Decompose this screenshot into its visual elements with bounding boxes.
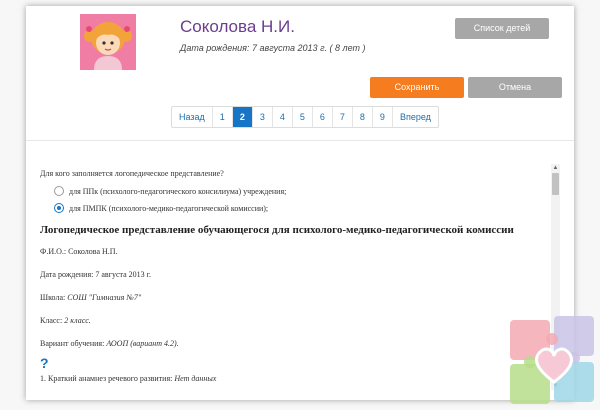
main-card: Соколова Н.И. Дата рождения: 7 августа 2…: [26, 6, 574, 400]
puzzle-heart-logo: [510, 316, 594, 404]
pagination-prev[interactable]: Назад: [172, 107, 213, 127]
school-value: СОШ "Гимназия №7": [67, 293, 142, 302]
variant-value: АООП (вариант 4.2).: [106, 339, 179, 348]
class-field: Класс: 2 класс.: [40, 316, 91, 325]
scroll-up-arrow-icon[interactable]: ▲: [551, 164, 560, 172]
radio-pmpk[interactable]: [54, 203, 64, 213]
radio-ppk[interactable]: [54, 186, 64, 196]
school-field: Школа: СОШ "Гимназия №7": [40, 293, 141, 302]
anamnesis-label: 1. Краткий анамнез речевого развития:: [40, 374, 173, 383]
save-button[interactable]: Сохранить: [370, 77, 464, 98]
pagination-page[interactable]: 4: [273, 107, 293, 127]
pagination-page[interactable]: 7: [333, 107, 353, 127]
anamnesis-field: 1. Краткий анамнез речевого развития: Не…: [40, 374, 216, 383]
question-label: Для кого заполняется логопедическое пред…: [40, 169, 224, 178]
pagination-page[interactable]: 9: [373, 107, 393, 127]
pagination-page[interactable]: 1: [213, 107, 233, 127]
option-ppk-label: для ППк (психолого-педагогического конси…: [69, 186, 287, 196]
help-icon[interactable]: ?: [40, 355, 49, 371]
pagination-page[interactable]: 8: [353, 107, 373, 127]
pagination-page[interactable]: 6: [313, 107, 333, 127]
option-pmpk-label: для ПМПК (психолого-медико-педагогическо…: [69, 203, 269, 213]
child-name: Соколова Н.И.: [180, 17, 295, 36]
pagination-page-current[interactable]: 2: [232, 107, 253, 127]
document-title: Логопедическое представление обучающегос…: [40, 224, 514, 236]
birth-date-field: Дата рождения: 7 августа 2013 г.: [40, 270, 152, 279]
variant-label: Вариант обучения:: [40, 339, 105, 348]
option-pmpk[interactable]: для ПМПК (психолого-медико-педагогическо…: [54, 203, 268, 213]
header-divider: [26, 140, 574, 141]
school-label: Школа:: [40, 293, 66, 302]
birth-date: Дата рождения: 7 августа 2013 г. ( 8 лет…: [180, 43, 366, 53]
fio-field: Ф.И.О.: Соколова Н.П.: [40, 247, 118, 256]
pagination-page[interactable]: 5: [293, 107, 313, 127]
child-avatar: [80, 14, 136, 70]
anamnesis-value: Нет данных: [174, 374, 217, 383]
class-label: Класс:: [40, 316, 63, 325]
class-value: 2 класс.: [64, 316, 91, 325]
pagination-next[interactable]: Вперед: [393, 107, 438, 127]
girl-avatar-icon: [80, 14, 136, 70]
document-content: Для кого заполняется логопедическое пред…: [40, 156, 560, 396]
option-ppk[interactable]: для ППк (психолого-педагогического конси…: [54, 186, 286, 196]
cancel-button[interactable]: Отмена: [468, 77, 562, 98]
variant-field: Вариант обучения: АООП (вариант 4.2).: [40, 339, 179, 348]
pagination-page[interactable]: 3: [253, 107, 273, 127]
scroll-thumb[interactable]: [552, 173, 559, 195]
children-list-button[interactable]: Список детей: [455, 18, 549, 39]
pagination: Назад 1 2 3 4 5 6 7 8 9 Вперед: [171, 106, 439, 128]
